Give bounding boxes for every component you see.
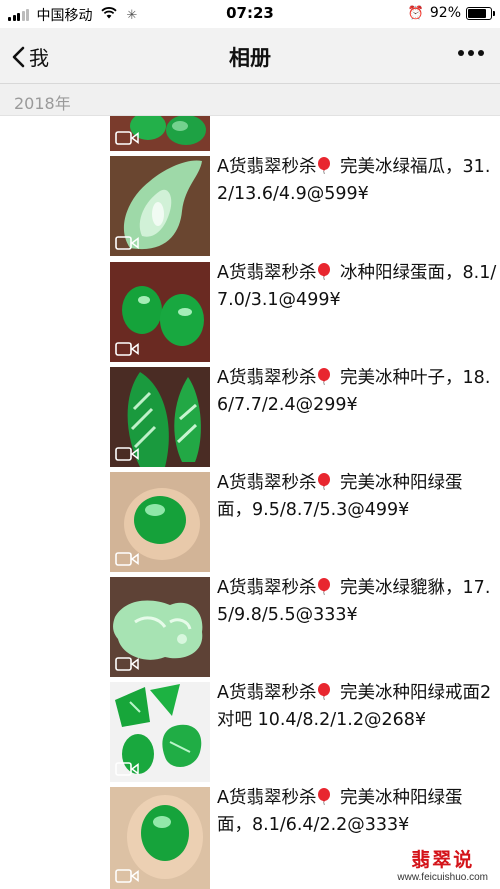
watermark: 翡翠说 www.feicuishuo.com: [397, 845, 488, 883]
item-caption: A货翡翠秒杀 完美冰种阳绿戒面2对吧 10.4/8.2/1.2@268¥: [217, 682, 492, 730]
item-caption: A货翡翠秒杀 完美冰绿貔貅，17.5/9.8/5.5@333¥: [217, 577, 491, 625]
more-icon: [454, 50, 484, 56]
video-thumbnail[interactable]: [110, 682, 210, 782]
watermark-brand: 翡翠说: [411, 849, 475, 871]
video-icon: [115, 447, 139, 461]
video-icon: [115, 657, 139, 671]
year-label: 2018年: [14, 94, 71, 113]
balloon-icon: [317, 262, 331, 281]
page-title: 相册: [229, 46, 271, 70]
alarm-icon: ⏰: [407, 5, 424, 21]
balloon-icon: [317, 577, 331, 596]
video-icon: [115, 762, 139, 776]
video-thumbnail[interactable]: [110, 787, 210, 889]
balloon-icon: [317, 787, 331, 806]
item-caption: A货翡翠秒杀 完美冰种阳绿蛋面，8.1/6.4/2.2@333¥: [217, 787, 463, 835]
year-header: 2018年: [0, 84, 500, 116]
video-thumbnail[interactable]: [110, 367, 210, 467]
battery-percent: 92%: [429, 5, 461, 21]
video-thumbnail[interactable]: [110, 577, 210, 677]
status-bar: 中国移动 ✳ 07:23 ⏰ 92%: [0, 0, 500, 28]
watermark-url: www.feicuishuo.com: [397, 872, 488, 883]
video-icon: [115, 236, 139, 250]
item-caption: A货翡翠秒杀 完美冰种叶子，18.6/7.7/2.4@299¥: [217, 367, 491, 415]
video-thumbnail[interactable]: [110, 116, 210, 151]
balloon-icon: [317, 156, 331, 175]
balloon-icon: [317, 472, 331, 491]
item-caption: A货翡翠秒杀 完美冰种阳绿蛋面，9.5/8.7/5.3@499¥: [217, 472, 463, 520]
battery-icon: [466, 6, 495, 20]
balloon-icon: [317, 367, 331, 386]
balloon-icon: [317, 682, 331, 701]
item-caption: A货翡翠秒杀 完美冰绿福瓜，31.2/13.6/4.9@599¥: [217, 156, 491, 204]
item-caption: A货翡翠秒杀 冰种阳绿蛋面，8.1/7.0/3.1@499¥: [217, 262, 497, 310]
video-thumbnail[interactable]: [110, 156, 210, 256]
video-thumbnail[interactable]: [110, 262, 210, 362]
video-icon: [115, 131, 139, 145]
video-thumbnail[interactable]: [110, 472, 210, 572]
video-icon: [115, 552, 139, 566]
video-icon: [115, 869, 139, 883]
video-icon: [115, 342, 139, 356]
more-button[interactable]: [454, 50, 484, 56]
nav-bar: 我 相册: [0, 28, 500, 84]
